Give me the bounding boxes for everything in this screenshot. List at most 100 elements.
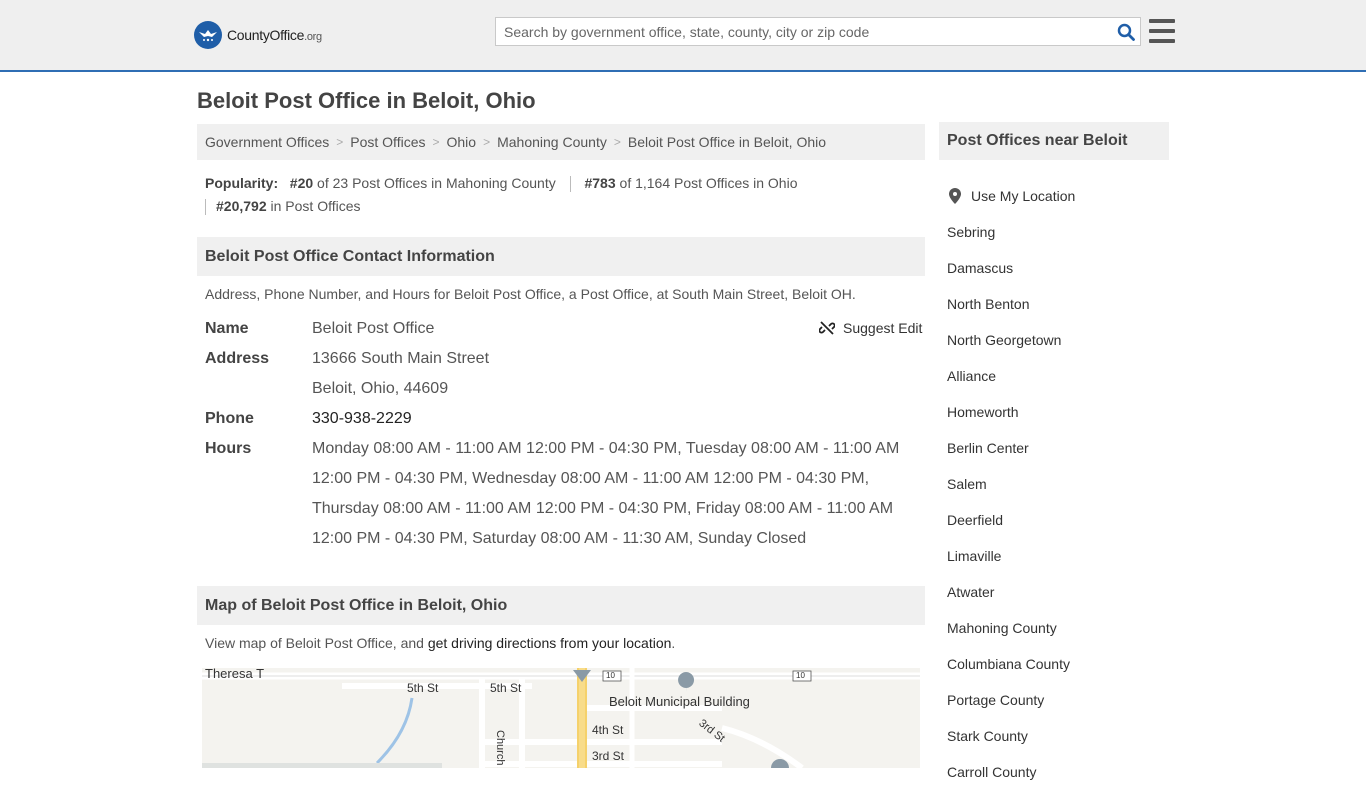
logo-text-main: CountyOffice [227,27,305,43]
contact-section-heading: Beloit Post Office Contact Information [197,237,925,276]
list-item: Damascus [947,250,1167,286]
search-button[interactable] [1112,18,1140,45]
sidebar-link-sebring[interactable]: Sebring [947,224,995,240]
sidebar-link-north-georgetown[interactable]: North Georgetown [947,332,1061,348]
sidebar-link-portage-county[interactable]: Portage County [947,692,1044,708]
sidebar-link-homeworth[interactable]: Homeworth [947,404,1019,420]
county-rank-text: of 23 Post Offices in Mahoning County [317,175,556,191]
sidebar-link-berlin-center[interactable]: Berlin Center [947,440,1029,456]
county-rank: #20 [289,175,314,191]
chevron-right-icon: > [483,135,491,149]
sidebar-heading: Post Offices near Beloit [939,122,1169,160]
sidebar-link-atwater[interactable]: Atwater [947,584,994,600]
list-item: Mahoning County [947,610,1167,646]
divider [569,176,571,193]
list-item: North Benton [947,286,1167,322]
sidebar-link-carroll-county[interactable]: Carroll County [947,764,1036,780]
map-desc-prefix: View map of Beloit Post Office, and [205,635,428,651]
chevron-right-icon: > [613,135,621,149]
sidebar-link-columbiana-county[interactable]: Columbiana County [947,656,1070,672]
hours-label: Hours [205,440,252,457]
driving-directions-link[interactable]: get driving directions from your locatio… [428,635,672,651]
national-rank: #20,792 [216,198,267,214]
list-item: Carroll County [947,754,1167,790]
map-label-5th-st: 5th St [490,681,522,695]
map-label-4th-st: 4th St [592,723,624,737]
sidebar-link-salem[interactable]: Salem [947,476,987,492]
phone-label: Phone [205,410,254,427]
nearby-post-offices-list: Use My Location Sebring Damascus North B… [947,178,1167,790]
contact-info: Name Beloit Post Office Address 13666 So… [205,314,925,554]
hamburger-menu-icon[interactable] [1149,19,1175,43]
contact-description: Address, Phone Number, and Hours for Bel… [205,286,856,302]
map[interactable]: Theresa T 5th St 5th St Church Ave Beloi… [202,668,920,768]
list-item: North Georgetown [947,322,1167,358]
site-logo[interactable]: CountyOffice.org [194,20,322,50]
search-input[interactable] [496,18,1112,45]
map-description: View map of Beloit Post Office, and get … [205,635,675,651]
map-roads [202,668,920,768]
breadcrumb-post-offices[interactable]: Post Offices [350,134,425,150]
sidebar-link-damascus[interactable]: Damascus [947,260,1013,276]
address-line1: 13666 South Main Street [312,350,490,367]
logo-text-tld: .org [304,31,322,43]
map-pin-icon [949,188,961,204]
chevron-right-icon: > [336,135,344,149]
search-icon [1117,23,1135,41]
sidebar-link-limaville[interactable]: Limaville [947,548,1001,564]
map-label-municipal-building: Beloit Municipal Building [609,694,750,709]
map-label-church-ave: Church Ave [494,730,506,768]
phone-row: Phone 330-938-2229 [205,404,925,434]
popularity-label: Popularity: [205,175,279,191]
sidebar-link-deerfield[interactable]: Deerfield [947,512,1003,528]
map-route-shield: 10 [606,671,615,680]
search-bar [495,17,1141,46]
use-my-location-link[interactable]: Use My Location [971,188,1075,204]
list-item: Atwater [947,574,1167,610]
map-desc-suffix: . [671,635,676,651]
top-header: CountyOffice.org [0,0,1366,72]
name-label: Name [205,320,249,337]
phone-link[interactable]: 330-938-2229 [312,410,412,427]
address-label: Address [205,350,270,367]
list-item: Salem [947,466,1167,502]
state-rank-text: of 1,164 Post Offices in Ohio [619,175,798,191]
sidebar-link-stark-county[interactable]: Stark County [947,728,1028,744]
list-item: Stark County [947,718,1167,754]
page-title: Beloit Post Office in Beloit, Ohio [197,88,536,113]
list-item: Homeworth [947,394,1167,430]
use-location-item: Use My Location [949,178,1167,214]
breadcrumb-ohio[interactable]: Ohio [447,134,477,150]
list-item: Columbiana County [947,646,1167,682]
hours-value: Monday 08:00 AM - 11:00 AM 12:00 PM - 04… [312,440,900,547]
list-item: Berlin Center [947,430,1167,466]
list-item: Alliance [947,358,1167,394]
breadcrumb-mahoning-county[interactable]: Mahoning County [497,134,607,150]
name-row: Name Beloit Post Office [205,314,925,344]
state-rank: #783 [584,175,616,191]
breadcrumb-current: Beloit Post Office in Beloit, Ohio [627,134,827,150]
sidebar-link-north-benton[interactable]: North Benton [947,296,1030,312]
popularity-ranking: Popularity: #20 of 23 Post Offices in Ma… [205,172,905,218]
office-name: Beloit Post Office [312,320,435,337]
sidebar-link-mahoning-county[interactable]: Mahoning County [947,620,1057,636]
address-row: Address 13666 South Main Street Beloit, … [205,344,925,404]
map-label-5th-st: 5th St [407,681,439,695]
chevron-right-icon: > [432,135,440,149]
map-section-heading: Map of Beloit Post Office in Beloit, Ohi… [197,586,925,625]
list-item: Deerfield [947,502,1167,538]
divider [205,199,206,216]
hours-row: Hours Monday 08:00 AM - 11:00 AM 12:00 P… [205,434,925,554]
map-label-theresa: Theresa T [205,668,265,681]
address-value: 13666 South Main Street Beloit, Ohio, 44… [312,344,907,404]
map-label-3rd-st: 3rd St [592,749,625,763]
list-item: Sebring [947,214,1167,250]
breadcrumb-government-offices[interactable]: Government Offices [205,134,329,150]
address-line2: Beloit, Ohio, 44609 [312,380,449,397]
list-item: Limaville [947,538,1167,574]
list-item: Portage County [947,682,1167,718]
sidebar-link-alliance[interactable]: Alliance [947,368,996,384]
national-rank-text: in Post Offices [270,198,361,214]
map-route-shield: 10 [796,671,805,680]
eagle-seal-icon [194,21,222,49]
